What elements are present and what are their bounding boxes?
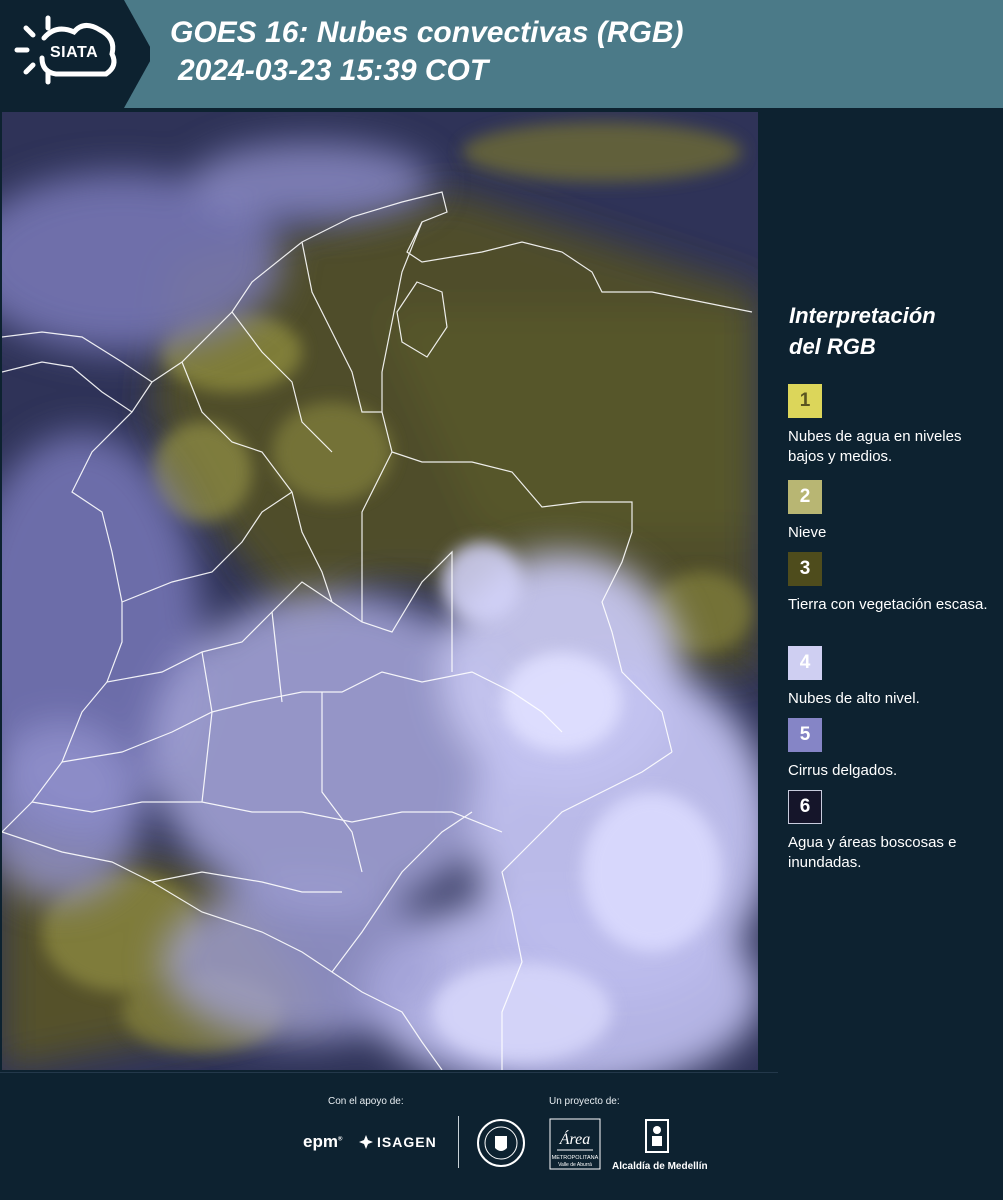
legend-number-1: 1: [799, 390, 811, 411]
area-logo-sub2: Valle de Aburrá: [558, 1162, 592, 1168]
footer-divider: [0, 1072, 778, 1073]
project-label: Un proyecto de:: [549, 1096, 620, 1107]
legend-title-line-1: Interpretación: [789, 303, 936, 328]
legend-label-3: Tierra con vegetación escasa.: [788, 596, 988, 613]
legend-number-2: 2: [799, 486, 811, 507]
area-logo-sub: METROPOLITANA: [552, 1155, 599, 1161]
support-label: Con el apoyo de:: [328, 1096, 404, 1107]
metropolitan-seal-icon: [477, 1119, 525, 1167]
title-line-2: 2024-03-23 15:39 COT: [178, 54, 489, 87]
area-metropolitana-mark: Área METROPOLITANA Valle de Aburrá: [549, 1118, 601, 1170]
footer: Con el apoyo de: Un proyecto de: epm® IS…: [0, 1072, 1003, 1200]
title-line-1: GOES 16: Nubes convectivas (RGB): [170, 16, 684, 49]
legend-label-5: Cirrus delgados.: [788, 762, 898, 779]
area-logo-name: Área: [559, 1129, 591, 1148]
legend-label-4: Nubes de alto nivel.: [788, 690, 920, 707]
legend-label-6: Agua y áreas boscosas e inundadas.: [788, 834, 957, 871]
logo-divider: [458, 1116, 459, 1168]
legend-swatch-3: 3: [788, 552, 822, 586]
isagen-logo-text: ISAGEN: [377, 1134, 437, 1150]
alcaldia-medellin-logo: Alcaldía de Medellín: [612, 1118, 708, 1172]
legend-item-2: 2 Nieve: [788, 480, 988, 543]
legend-label-2: Nieve: [788, 524, 827, 541]
legend-number-6: 6: [799, 796, 811, 817]
legend-swatch-5: 5: [788, 718, 822, 752]
logo-block: SIATA: [0, 0, 150, 108]
header-bar: SIATA GOES 16: Nubes convectivas (RGB) 2…: [0, 0, 1003, 110]
epm-logo-text: epm: [303, 1132, 338, 1151]
epm-logo: epm®: [303, 1132, 343, 1151]
legend-number-3: 3: [799, 558, 811, 579]
legend-item-3: 3 Tierra con vegetación escasa.: [788, 552, 988, 615]
alcaldia-medellin-text: Alcaldía de Medellín: [612, 1161, 708, 1172]
legend-title: Interpretación del RGB: [789, 300, 936, 362]
satellite-map-image: [2, 112, 758, 1070]
logo-text: SIATA: [50, 44, 99, 61]
legend-item-4: 4 Nubes de alto nivel.: [788, 646, 988, 709]
legend-swatch-4: 4: [788, 646, 822, 680]
legend-item-5: 5 Cirrus delgados.: [788, 718, 988, 781]
legend-item-6: 6 Agua y áreas boscosas e inundadas.: [788, 790, 988, 873]
satellite-map: [2, 112, 758, 1070]
legend-item-1: 1 Nubes de agua en niveles bajos y medio…: [788, 384, 988, 467]
legend-title-line-2: del RGB: [789, 334, 876, 359]
isagen-logo: ISAGEN: [359, 1134, 437, 1150]
page-title: GOES 16: Nubes convectivas (RGB) 2024-03…: [170, 14, 684, 90]
legend-swatch-2: 2: [788, 480, 822, 514]
area-metropolitana-logo: Área METROPOLITANA Valle de Aburrá: [549, 1118, 601, 1175]
isagen-mark-icon: [359, 1135, 373, 1149]
medellin-crest-icon: [645, 1119, 669, 1153]
legend-number-4: 4: [799, 652, 811, 673]
legend-swatch-6: 6: [788, 790, 822, 824]
legend-number-5: 5: [799, 724, 811, 745]
legend-label-1: Nubes de agua en niveles bajos y medios.: [788, 428, 962, 465]
legend-swatch-1: 1: [788, 384, 822, 418]
